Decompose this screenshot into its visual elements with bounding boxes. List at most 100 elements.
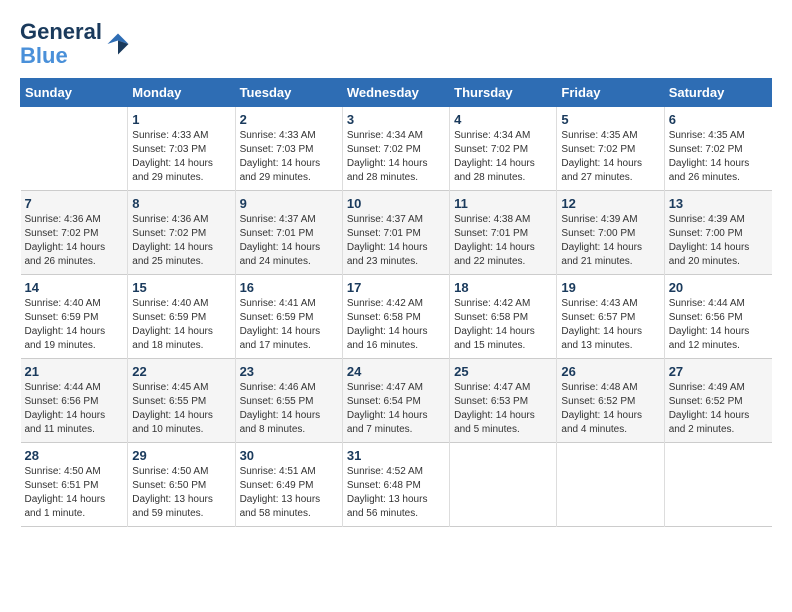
logo-text: GeneralBlue [20, 20, 102, 68]
day-number: 1 [132, 112, 230, 127]
calendar-cell: 9Sunrise: 4:37 AM Sunset: 7:01 PM Daylig… [235, 191, 342, 275]
day-info: Sunrise: 4:45 AM Sunset: 6:55 PM Dayligh… [132, 381, 230, 437]
day-number: 7 [25, 196, 124, 211]
day-info: Sunrise: 4:44 AM Sunset: 6:56 PM Dayligh… [669, 297, 768, 353]
calendar-cell: 1 Sunrise: 4:33 AM Sunset: 7:03 PM Daylig… [128, 107, 235, 191]
day-number: 17 [347, 280, 445, 295]
day-number: 29 [132, 448, 230, 463]
calendar-week-row: 7 Sunrise: 4:36 AM Sunset: 7:02 PM Daylig… [21, 191, 772, 275]
calendar-cell: 17 Sunrise: 4:42 AM Sunset: 6:58 PM Dayli… [342, 275, 449, 359]
calendar-cell: 20 Sunrise: 4:44 AM Sunset: 6:56 PM Dayli… [664, 275, 771, 359]
day-info: Sunrise: 4:35 AM Sunset: 7:02 PM Dayligh… [561, 129, 659, 185]
day-info: Sunrise: 4:39 AM Sunset: 7:00 PM Dayligh… [561, 213, 659, 269]
calendar-cell: 28 Sunrise: 4:50 AM Sunset: 6:51 PM Dayli… [21, 443, 128, 527]
day-info: Sunrise: 4:40 AM Sunset: 6:59 PM Dayligh… [132, 297, 230, 353]
calendar-cell: 10Sunrise: 4:37 AM Sunset: 7:01 PM Dayli… [342, 191, 449, 275]
calendar-table: SundayMondayTuesdayWednesdayThursdayFrid… [20, 78, 772, 527]
day-number: 18 [454, 280, 552, 295]
calendar-week-row: 1 Sunrise: 4:33 AM Sunset: 7:03 PM Daylig… [21, 107, 772, 191]
day-info: Sunrise: 4:46 AM Sunset: 6:55 PM Dayligh… [240, 381, 338, 437]
calendar-cell: 16 Sunrise: 4:41 AM Sunset: 6:59 PM Dayli… [235, 275, 342, 359]
day-info: Sunrise: 4:35 AM Sunset: 7:02 PM Dayligh… [669, 129, 768, 185]
day-number: 6 [669, 112, 768, 127]
day-info: Sunrise: 4:33 AM Sunset: 7:03 PM Dayligh… [240, 129, 338, 185]
day-info: Sunrise: 4:38 AM Sunset: 7:01 PM Dayligh… [454, 213, 552, 269]
calendar-cell: 8 Sunrise: 4:36 AM Sunset: 7:02 PM Daylig… [128, 191, 235, 275]
calendar-week-row: 28 Sunrise: 4:50 AM Sunset: 6:51 PM Dayli… [21, 443, 772, 527]
day-info: Sunrise: 4:48 AM Sunset: 6:52 PM Dayligh… [561, 381, 659, 437]
day-number: 23 [240, 364, 338, 379]
day-info: Sunrise: 4:41 AM Sunset: 6:59 PM Dayligh… [240, 297, 338, 353]
calendar-cell: 21 Sunrise: 4:44 AM Sunset: 6:56 PM Dayli… [21, 359, 128, 443]
calendar-cell: 14 Sunrise: 4:40 AM Sunset: 6:59 PM Dayli… [21, 275, 128, 359]
day-number: 19 [561, 280, 659, 295]
calendar-cell [450, 443, 557, 527]
day-number: 12 [561, 196, 659, 211]
day-number: 20 [669, 280, 768, 295]
calendar-cell: 11 Sunrise: 4:38 AM Sunset: 7:01 PM Dayli… [450, 191, 557, 275]
calendar-cell: 24Sunrise: 4:47 AM Sunset: 6:54 PM Dayli… [342, 359, 449, 443]
calendar-cell: 22 Sunrise: 4:45 AM Sunset: 6:55 PM Dayli… [128, 359, 235, 443]
day-of-week-monday: Monday [128, 79, 235, 107]
day-info: Sunrise: 4:47 AM Sunset: 6:53 PM Dayligh… [454, 381, 552, 437]
logo-icon [104, 30, 132, 58]
calendar-cell: 15 Sunrise: 4:40 AM Sunset: 6:59 PM Dayli… [128, 275, 235, 359]
day-of-week-thursday: Thursday [450, 79, 557, 107]
calendar-cell: 18 Sunrise: 4:42 AM Sunset: 6:58 PM Dayli… [450, 275, 557, 359]
day-info: Sunrise: 4:34 AM Sunset: 7:02 PM Dayligh… [347, 129, 445, 185]
day-of-week-sunday: Sunday [21, 79, 128, 107]
day-number: 31 [347, 448, 445, 463]
day-of-week-tuesday: Tuesday [235, 79, 342, 107]
header: GeneralBlue [20, 20, 772, 68]
calendar-cell [21, 107, 128, 191]
day-info: Sunrise: 4:36 AM Sunset: 7:02 PM Dayligh… [132, 213, 230, 269]
day-info: Sunrise: 4:47 AM Sunset: 6:54 PM Dayligh… [347, 381, 445, 437]
day-number: 22 [132, 364, 230, 379]
calendar-cell [664, 443, 771, 527]
day-number: 8 [132, 196, 230, 211]
day-number: 27 [669, 364, 768, 379]
day-info: Sunrise: 4:34 AM Sunset: 7:02 PM Dayligh… [454, 129, 552, 185]
day-info: Sunrise: 4:50 AM Sunset: 6:51 PM Dayligh… [25, 465, 124, 521]
day-number: 16 [240, 280, 338, 295]
calendar-cell: 4Sunrise: 4:34 AM Sunset: 7:02 PM Daylig… [450, 107, 557, 191]
day-number: 21 [25, 364, 124, 379]
logo: GeneralBlue [20, 20, 132, 68]
calendar-cell [557, 443, 664, 527]
calendar-cell: 27 Sunrise: 4:49 AM Sunset: 6:52 PM Dayli… [664, 359, 771, 443]
calendar-week-row: 14 Sunrise: 4:40 AM Sunset: 6:59 PM Dayli… [21, 275, 772, 359]
day-info: Sunrise: 4:40 AM Sunset: 6:59 PM Dayligh… [25, 297, 124, 353]
day-info: Sunrise: 4:33 AM Sunset: 7:03 PM Dayligh… [132, 129, 230, 185]
day-info: Sunrise: 4:52 AM Sunset: 6:48 PM Dayligh… [347, 465, 445, 521]
day-info: Sunrise: 4:39 AM Sunset: 7:00 PM Dayligh… [669, 213, 768, 269]
day-info: Sunrise: 4:50 AM Sunset: 6:50 PM Dayligh… [132, 465, 230, 521]
day-info: Sunrise: 4:42 AM Sunset: 6:58 PM Dayligh… [347, 297, 445, 353]
day-info: Sunrise: 4:42 AM Sunset: 6:58 PM Dayligh… [454, 297, 552, 353]
day-info: Sunrise: 4:49 AM Sunset: 6:52 PM Dayligh… [669, 381, 768, 437]
day-number: 30 [240, 448, 338, 463]
calendar-cell: 3Sunrise: 4:34 AM Sunset: 7:02 PM Daylig… [342, 107, 449, 191]
day-number: 28 [25, 448, 124, 463]
day-number: 5 [561, 112, 659, 127]
day-info: Sunrise: 4:37 AM Sunset: 7:01 PM Dayligh… [240, 213, 338, 269]
calendar-cell: 6 Sunrise: 4:35 AM Sunset: 7:02 PM Daylig… [664, 107, 771, 191]
day-number: 2 [240, 112, 338, 127]
calendar-cell: 13Sunrise: 4:39 AM Sunset: 7:00 PM Dayli… [664, 191, 771, 275]
calendar-cell: 30Sunrise: 4:51 AM Sunset: 6:49 PM Dayli… [235, 443, 342, 527]
calendar-week-row: 21 Sunrise: 4:44 AM Sunset: 6:56 PM Dayli… [21, 359, 772, 443]
day-number: 25 [454, 364, 552, 379]
day-number: 15 [132, 280, 230, 295]
day-info: Sunrise: 4:44 AM Sunset: 6:56 PM Dayligh… [25, 381, 124, 437]
day-info: Sunrise: 4:36 AM Sunset: 7:02 PM Dayligh… [25, 213, 124, 269]
day-of-week-wednesday: Wednesday [342, 79, 449, 107]
calendar-cell: 25 Sunrise: 4:47 AM Sunset: 6:53 PM Dayli… [450, 359, 557, 443]
calendar-cell: 31 Sunrise: 4:52 AM Sunset: 6:48 PM Dayli… [342, 443, 449, 527]
day-number: 11 [454, 196, 552, 211]
calendar-cell: 23 Sunrise: 4:46 AM Sunset: 6:55 PM Dayli… [235, 359, 342, 443]
day-number: 14 [25, 280, 124, 295]
calendar-cell: 2 Sunrise: 4:33 AM Sunset: 7:03 PM Daylig… [235, 107, 342, 191]
calendar-header-row: SundayMondayTuesdayWednesdayThursdayFrid… [21, 79, 772, 107]
day-info: Sunrise: 4:43 AM Sunset: 6:57 PM Dayligh… [561, 297, 659, 353]
calendar-cell: 12 Sunrise: 4:39 AM Sunset: 7:00 PM Dayli… [557, 191, 664, 275]
calendar-cell: 26Sunrise: 4:48 AM Sunset: 6:52 PM Dayli… [557, 359, 664, 443]
